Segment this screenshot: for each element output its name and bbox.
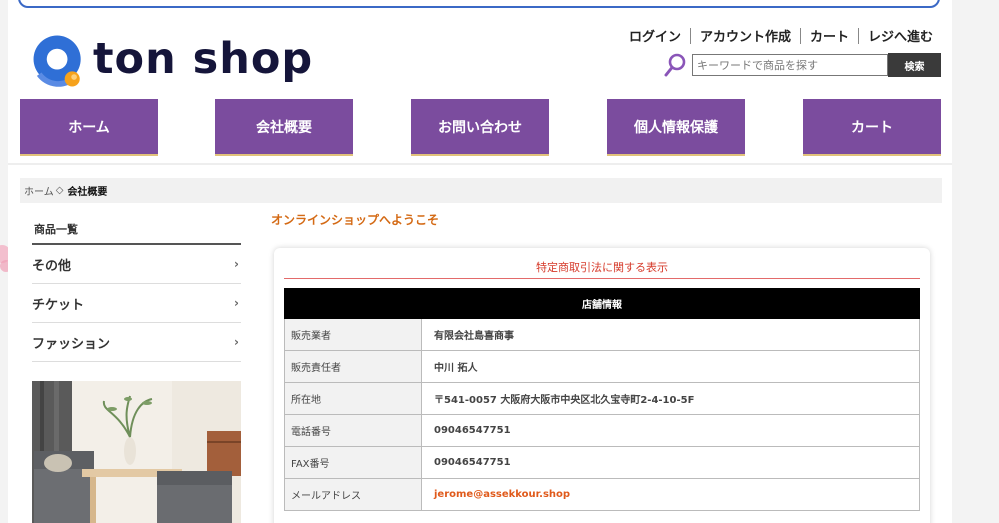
nav-item-company[interactable]: 会社概要 [215,99,353,156]
chevron-right-icon: › [234,257,239,271]
sidebar: 商品一覧 その他 › チケット › ファッション › [32,215,241,362]
nav-item-contact[interactable]: お問い合わせ [411,99,549,156]
row-key: FAX番号 [285,447,422,478]
sidebar-item-other[interactable]: その他 › [32,245,241,284]
nav-item-privacy[interactable]: 個人情報保護 [607,99,745,156]
breadcrumb: ホーム ◇ 会社概要 [20,178,942,203]
top-links: ログイン アカウント作成 カート レジへ進む [620,26,942,45]
row-key: 販売責任者 [285,351,422,382]
law-title: 特定商取引法に関する表示 [284,258,920,279]
nav-item-home[interactable]: ホーム [20,99,158,156]
search-icon [664,53,686,77]
chevron-right-icon: › [234,335,239,349]
sidebar-item-label: チケット [32,297,85,313]
search-button[interactable]: 検索 [888,53,941,77]
login-link[interactable]: ログイン [620,26,690,45]
nav-item-cart[interactable]: カート [803,99,941,156]
main-nav: ホーム 会社概要 お問い合わせ 個人情報保護 カート [20,99,942,156]
browser-top-frame [18,0,940,8]
row-value: 09046547751 [434,457,511,468]
divider [8,163,952,165]
table-row: メールアドレス jerome@assekkour.shop [284,479,920,511]
cart-link[interactable]: カート [801,26,858,45]
chevron-right-icon: › [234,296,239,310]
page: ton shop ログイン アカウント作成 カート レジへ進む 検索 ホーム 会… [8,0,952,523]
law-info-card: 特定商取引法に関する表示 店舗情報 販売業者 有限会社島喜商事 販売責任者 中川… [274,248,930,523]
table-header: 店舗情報 [284,288,920,319]
brand-logo-icon[interactable] [24,28,94,94]
breadcrumb-current: 会社概要 [67,187,108,198]
row-value: 09046547751 [434,425,511,436]
row-key: メールアドレス [285,479,422,510]
row-value: 有限会社島喜商事 [434,331,514,342]
brand-name[interactable]: ton shop [93,34,313,84]
email-link[interactable]: jerome@assekkour.shop [422,479,919,510]
table-row: 販売責任者 中川 拓人 [284,351,920,383]
store-info-table: 販売業者 有限会社島喜商事 販売責任者 中川 拓人 所在地 〒541-0057 … [284,319,920,511]
create-account-link[interactable]: アカウント作成 [691,26,800,45]
breadcrumb-home[interactable]: ホーム [24,183,54,198]
sidebar-item-label: その他 [32,258,72,274]
checkout-link[interactable]: レジへ進む [859,26,942,45]
welcome-heading: オンラインショップへようこそ [271,213,440,227]
breadcrumb-separator: ◇ [55,185,64,196]
row-key: 電話番号 [285,415,422,446]
row-key: 所在地 [285,383,422,414]
table-row: 所在地 〒541-0057 大阪府大阪市中央区北久宝寺町2-4-10-5F [284,383,920,415]
sidebar-item-ticket[interactable]: チケット › [32,284,241,323]
search-input[interactable] [692,54,888,76]
row-value: 〒541-0057 大阪府大阪市中央区北久宝寺町2-4-10-5F [434,395,695,406]
search-bar: 検索 [664,53,941,77]
furniture-banner-image[interactable] [32,381,241,523]
table-row: FAX番号 09046547751 [284,447,920,479]
sidebar-heading: 商品一覧 [32,215,241,245]
table-row: 電話番号 09046547751 [284,415,920,447]
sidebar-item-label: ファッション [32,336,111,352]
table-row: 販売業者 有限会社島喜商事 [284,319,920,351]
row-value: 中川 拓人 [434,363,478,374]
sidebar-item-fashion[interactable]: ファッション › [32,323,241,362]
row-key: 販売業者 [285,319,422,350]
